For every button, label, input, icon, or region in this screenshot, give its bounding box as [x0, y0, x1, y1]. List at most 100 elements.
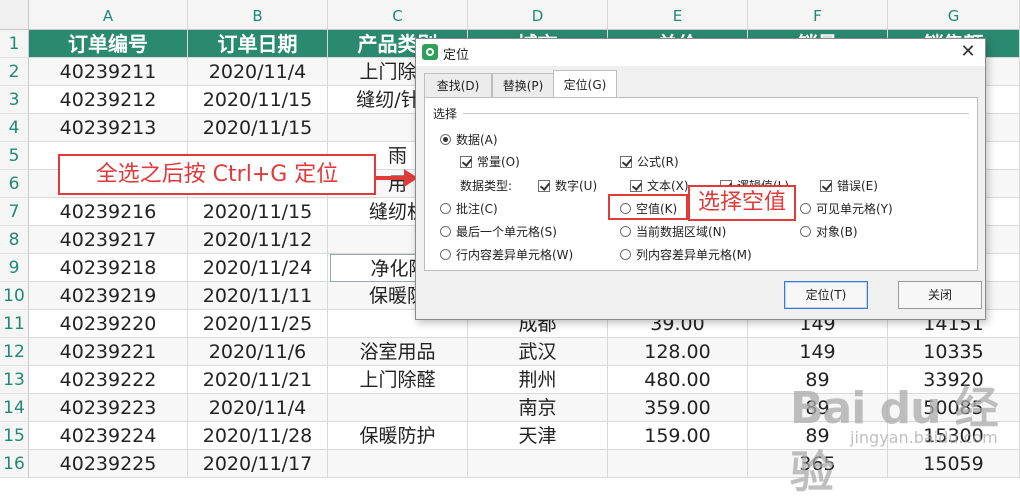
- row-header[interactable]: 8: [0, 226, 29, 254]
- tab-find[interactable]: 查找(D): [424, 73, 492, 97]
- table-cell[interactable]: 40239213: [29, 114, 188, 142]
- table-cell[interactable]: 40239225: [29, 450, 188, 478]
- table-cell[interactable]: [328, 394, 468, 422]
- table-cell[interactable]: 武汉: [468, 338, 608, 366]
- table-cell[interactable]: 2020/11/17: [188, 450, 328, 478]
- option-last-cell[interactable]: 最后一个单元格(S): [440, 223, 557, 240]
- table-cell[interactable]: 40239220: [29, 310, 188, 338]
- table-cell[interactable]: [328, 450, 468, 478]
- checkbox-number[interactable]: [538, 179, 550, 192]
- option-row-diff[interactable]: 行内容差异单元格(W): [440, 246, 573, 263]
- radio-visible-cells[interactable]: [800, 203, 811, 214]
- table-cell[interactable]: 40239221: [29, 338, 188, 366]
- radio-data[interactable]: [440, 134, 451, 145]
- column-header[interactable]: G: [888, 0, 1020, 30]
- radio-objects[interactable]: [800, 226, 811, 237]
- table-cell[interactable]: 2020/11/21: [188, 366, 328, 394]
- table-cell[interactable]: 480.00: [608, 366, 748, 394]
- row-header[interactable]: 12: [0, 338, 29, 366]
- table-cell[interactable]: 40239218: [29, 254, 188, 282]
- table-cell[interactable]: 2020/11/28: [188, 422, 328, 450]
- table-cell[interactable]: 128.00: [608, 338, 748, 366]
- row-header[interactable]: 3: [0, 86, 29, 114]
- table-cell[interactable]: 2020/11/25: [188, 310, 328, 338]
- column-header[interactable]: D: [468, 0, 608, 30]
- table-cell[interactable]: 2020/11/6: [188, 338, 328, 366]
- table-cell[interactable]: 40239222: [29, 366, 188, 394]
- table-cell[interactable]: 2020/11/15: [188, 114, 328, 142]
- table-cell[interactable]: [468, 450, 608, 478]
- row-header[interactable]: 2: [0, 58, 29, 86]
- locate-button[interactable]: 定位(T): [784, 281, 868, 309]
- table-cell[interactable]: 2020/11/15: [188, 86, 328, 114]
- table-cell[interactable]: 南京: [468, 394, 608, 422]
- table-cell[interactable]: 2020/11/11: [188, 282, 328, 310]
- option-comment[interactable]: 批注(C): [440, 200, 498, 217]
- column-header[interactable]: C: [328, 0, 468, 30]
- table-cell[interactable]: 40239211: [29, 58, 188, 86]
- table-cell[interactable]: 保暖防护: [328, 422, 468, 450]
- table-cell[interactable]: 10335: [888, 338, 1020, 366]
- row-header[interactable]: 10: [0, 282, 29, 310]
- option-formula[interactable]: 公式(R): [620, 153, 679, 170]
- column-header[interactable]: B: [188, 0, 328, 30]
- column-header[interactable]: F: [748, 0, 888, 30]
- header-cell[interactable]: 订单编号: [29, 30, 188, 58]
- radio-last-cell[interactable]: [440, 226, 451, 237]
- radio-current-region[interactable]: [620, 226, 631, 237]
- select-all-corner[interactable]: [0, 0, 29, 30]
- table-cell[interactable]: 2020/11/12: [188, 226, 328, 254]
- option-objects[interactable]: 对象(B): [800, 223, 858, 240]
- option-data[interactable]: 数据(A): [440, 131, 498, 148]
- close-button[interactable]: 关闭: [898, 281, 982, 309]
- row-header[interactable]: 11: [0, 310, 29, 338]
- checkbox-error[interactable]: [820, 179, 832, 192]
- table-cell[interactable]: 2020/11/24: [188, 254, 328, 282]
- table-cell[interactable]: 40239217: [29, 226, 188, 254]
- table-cell[interactable]: 浴室用品: [328, 338, 468, 366]
- close-icon[interactable]: ✕: [957, 41, 979, 63]
- tab-replace[interactable]: 替换(P): [492, 73, 554, 97]
- row-header[interactable]: 15: [0, 422, 29, 450]
- radio-col-diff[interactable]: [620, 249, 631, 260]
- row-header[interactable]: 14: [0, 394, 29, 422]
- column-header[interactable]: E: [608, 0, 748, 30]
- table-cell[interactable]: 149: [748, 338, 888, 366]
- row-header[interactable]: 16: [0, 450, 29, 478]
- table-cell[interactable]: 2020/11/4: [188, 394, 328, 422]
- header-cell[interactable]: 订单日期: [188, 30, 328, 58]
- table-cell[interactable]: 40239216: [29, 198, 188, 226]
- table-cell[interactable]: 2020/11/4: [188, 58, 328, 86]
- table-cell[interactable]: 2020/11/15: [188, 198, 328, 226]
- option-error[interactable]: 错误(E): [820, 177, 878, 194]
- option-col-diff[interactable]: 列内容差异单元格(M): [620, 246, 752, 263]
- option-number[interactable]: 数字(U): [538, 177, 597, 194]
- option-constant[interactable]: 常量(O): [460, 153, 520, 170]
- checkbox-constant[interactable]: [460, 155, 472, 168]
- row-header[interactable]: 7: [0, 198, 29, 226]
- checkbox-formula[interactable]: [620, 155, 632, 168]
- checkbox-text[interactable]: [630, 179, 642, 192]
- table-cell[interactable]: 40239212: [29, 86, 188, 114]
- row-header[interactable]: 4: [0, 114, 29, 142]
- row-header[interactable]: 5: [0, 142, 29, 170]
- radio-row-diff[interactable]: [440, 249, 451, 260]
- dialog-titlebar[interactable]: 定位 ✕: [416, 39, 985, 66]
- table-cell[interactable]: 天津: [468, 422, 608, 450]
- row-header[interactable]: 13: [0, 366, 29, 394]
- table-cell[interactable]: 40239223: [29, 394, 188, 422]
- option-text[interactable]: 文本(X): [630, 177, 689, 194]
- column-header[interactable]: A: [29, 0, 188, 30]
- table-cell[interactable]: 荆州: [468, 366, 608, 394]
- option-visible-cells[interactable]: 可见单元格(Y): [800, 200, 893, 217]
- table-cell[interactable]: 40239219: [29, 282, 188, 310]
- radio-comment[interactable]: [440, 203, 451, 214]
- row-header[interactable]: 9: [0, 254, 29, 282]
- table-cell[interactable]: [608, 450, 748, 478]
- table-cell[interactable]: 159.00: [608, 422, 748, 450]
- table-cell[interactable]: 上门除醛: [328, 366, 468, 394]
- row-header[interactable]: 1: [0, 30, 29, 58]
- table-cell[interactable]: 40239224: [29, 422, 188, 450]
- table-cell[interactable]: 359.00: [608, 394, 748, 422]
- tab-goto[interactable]: 定位(G): [553, 70, 617, 98]
